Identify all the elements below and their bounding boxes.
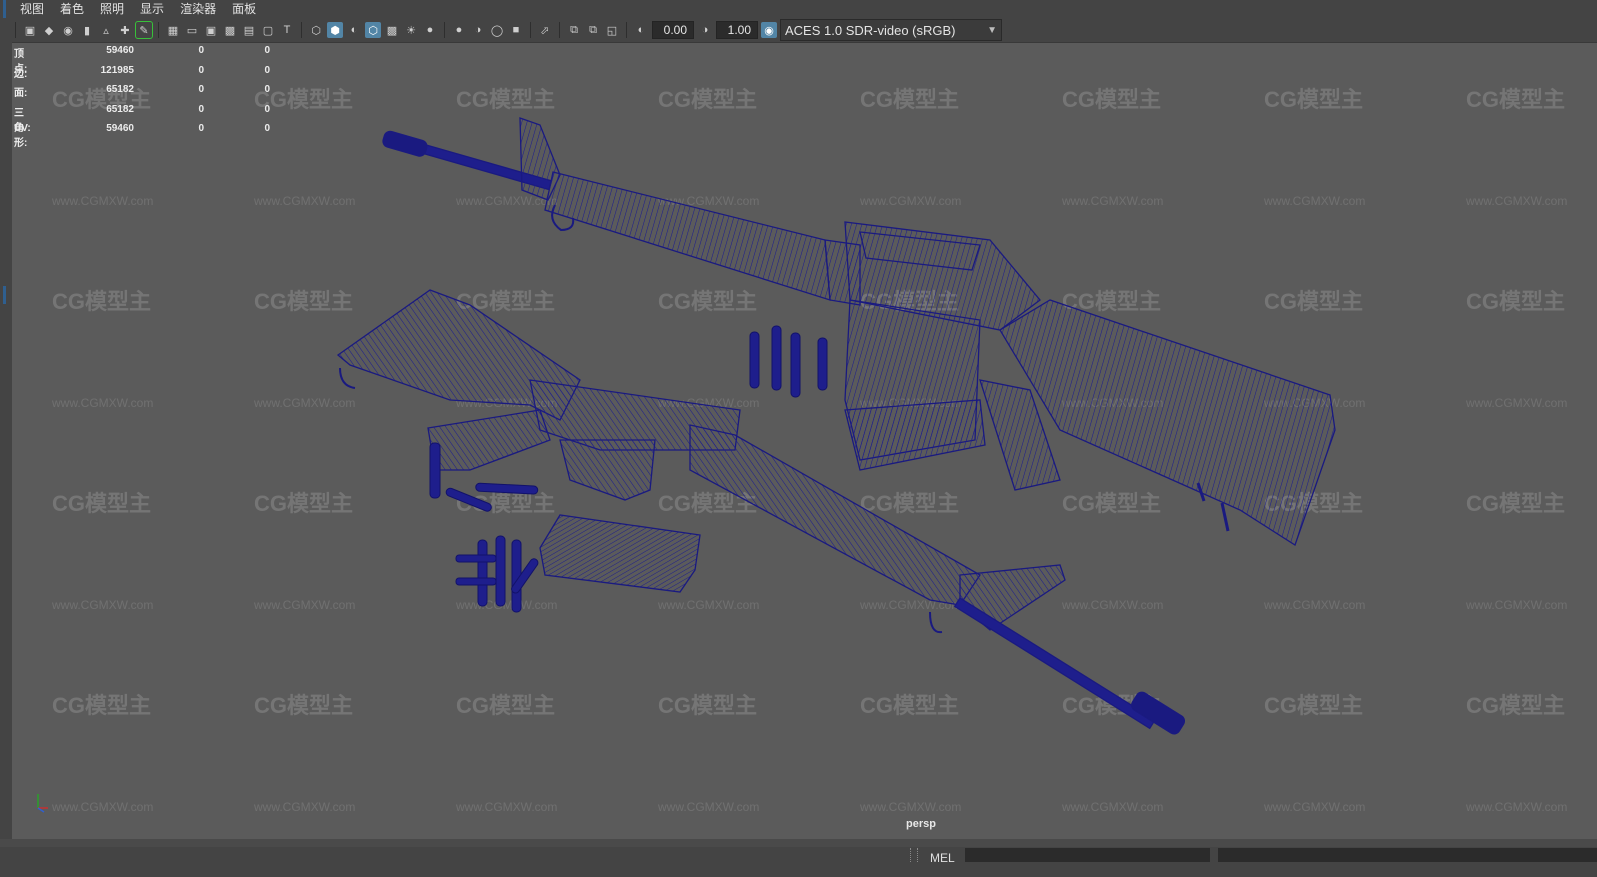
toolbar-separator bbox=[158, 22, 159, 38]
hud-value: 0 bbox=[198, 123, 204, 135]
menu-show[interactable]: 显示 bbox=[132, 0, 172, 18]
camera-attr-icon[interactable]: ◉ bbox=[60, 22, 76, 38]
hud-label: UV: bbox=[14, 123, 31, 135]
menu-panels[interactable]: 面板 bbox=[224, 0, 264, 18]
image-plane-icon[interactable]: ▵ bbox=[98, 22, 114, 38]
2d-pan-icon[interactable]: ✚ bbox=[117, 22, 133, 38]
hud-value: 121985 bbox=[100, 64, 134, 76]
toolbar-separator bbox=[301, 22, 302, 38]
toolbar-separator bbox=[530, 22, 531, 38]
viewport-toolbar: ▣ ◆ ◉ ▮ ▵ ✚ ✎ ▦ ▭ ▣ ▩ ▤ ▢ T ⬡ ⬢ ◐ ⬡ ▩ ☀ … bbox=[12, 18, 1597, 43]
axis-gizmo bbox=[37, 794, 48, 813]
grease-pencil-icon[interactable]: ✎ bbox=[135, 21, 153, 39]
toolbar-separator bbox=[444, 22, 445, 38]
hud-value: 0 bbox=[264, 45, 270, 56]
gamma-icon[interactable]: ◑ bbox=[697, 22, 713, 38]
drag-handle-icon[interactable] bbox=[910, 848, 918, 862]
command-result-field bbox=[1218, 848, 1597, 862]
bookmark-icon[interactable]: ▮ bbox=[79, 22, 95, 38]
use-lights-icon[interactable]: ☀ bbox=[403, 22, 419, 38]
depth-of-field-icon[interactable]: ■ bbox=[508, 22, 524, 38]
ambient-occlusion-icon[interactable]: ● bbox=[451, 22, 467, 38]
toolbar-separator bbox=[15, 22, 16, 38]
hud-label: 边: bbox=[14, 68, 28, 80]
grid-icon[interactable]: ▦ bbox=[165, 22, 181, 38]
viewport-menubar: 视图 着色 照明 显示 渲染器 面板 bbox=[12, 0, 1597, 18]
menu-lighting[interactable]: 照明 bbox=[92, 0, 132, 18]
menu-view[interactable]: 视图 bbox=[12, 0, 52, 18]
film-gate-icon[interactable]: ▭ bbox=[184, 22, 200, 38]
hud-value: 0 bbox=[264, 84, 270, 96]
default-material-icon[interactable]: ◐ bbox=[346, 22, 362, 38]
xray-icon[interactable]: ⬡ bbox=[365, 22, 381, 38]
hud-value: 0 bbox=[198, 45, 204, 56]
hud-value: 0 bbox=[198, 103, 204, 115]
color-management-icon[interactable]: ◉ bbox=[761, 22, 777, 38]
hud-value: 0 bbox=[198, 84, 204, 96]
gamma-field[interactable]: 1.00 bbox=[716, 21, 758, 39]
panel-mark bbox=[3, 286, 6, 304]
viewport-bottom-border bbox=[0, 839, 1597, 847]
field-chart-icon[interactable]: ▤ bbox=[241, 22, 257, 38]
wireframe-icon[interactable]: ⬡ bbox=[308, 22, 324, 38]
hud-value: 0 bbox=[198, 64, 204, 76]
smooth-shade-icon[interactable]: ⬢ bbox=[327, 22, 343, 38]
exposure-field[interactable]: 0.00 bbox=[652, 21, 694, 39]
camera-icon[interactable]: ▣ bbox=[22, 22, 38, 38]
exposure-icon[interactable]: ◐ bbox=[633, 22, 649, 38]
color-space-label: ACES 1.0 SDR-video (sRGB) bbox=[785, 22, 956, 38]
anti-alias-icon[interactable]: ◯ bbox=[489, 22, 505, 38]
menu-shading[interactable]: 着色 bbox=[52, 0, 92, 18]
color-space-dropdown[interactable]: ACES 1.0 SDR-video (sRGB) ▼ bbox=[780, 19, 1002, 41]
isolate-select-icon[interactable]: ⬀ bbox=[537, 22, 553, 38]
script-mode-button[interactable]: MEL bbox=[930, 851, 955, 865]
resolution-gate-icon[interactable]: ▣ bbox=[203, 22, 219, 38]
motion-blur-icon[interactable]: ◑ bbox=[470, 22, 486, 38]
hud-value: 59460 bbox=[106, 45, 134, 56]
textured-icon[interactable]: ▩ bbox=[384, 22, 400, 38]
hud-label: 面: bbox=[14, 88, 28, 100]
3d-viewport[interactable]: CG模型主 CG模型主 CG模型主 CG模型主 www.CGMXW.com www.CGM… bbox=[12, 43, 1597, 839]
hud-value: 0 bbox=[264, 103, 270, 115]
panel-mark bbox=[3, 0, 6, 18]
chevron-down-icon: ▼ bbox=[987, 24, 997, 36]
xray-active-icon[interactable]: ⧉ bbox=[585, 22, 601, 38]
magazine[interactable] bbox=[539, 514, 701, 593]
hud-value: 59460 bbox=[106, 123, 134, 135]
camera-name-label: persp bbox=[906, 818, 936, 830]
toolbar-separator bbox=[626, 22, 627, 38]
gate-mask-icon[interactable]: ▩ bbox=[222, 22, 238, 38]
toolbar-separator bbox=[559, 22, 560, 38]
xray-joints-icon[interactable]: ⧉ bbox=[566, 22, 582, 38]
backface-cull-icon[interactable]: ◱ bbox=[604, 22, 620, 38]
hud-value: 0 bbox=[264, 123, 270, 135]
hud-value: 0 bbox=[264, 64, 270, 76]
rifle-upper[interactable] bbox=[382, 117, 1336, 546]
hud-value: 65182 bbox=[106, 103, 134, 115]
hud-value: 65182 bbox=[106, 84, 134, 96]
scene-wireframe bbox=[37, 117, 1336, 813]
command-input[interactable] bbox=[965, 848, 1210, 862]
menu-renderer[interactable]: 渲染器 bbox=[172, 0, 224, 18]
shadows-icon[interactable]: ● bbox=[422, 22, 438, 38]
safe-action-icon[interactable]: ▢ bbox=[260, 22, 276, 38]
safe-title-icon[interactable]: T bbox=[279, 22, 295, 38]
camera-lock-icon[interactable]: ◆ bbox=[41, 22, 57, 38]
